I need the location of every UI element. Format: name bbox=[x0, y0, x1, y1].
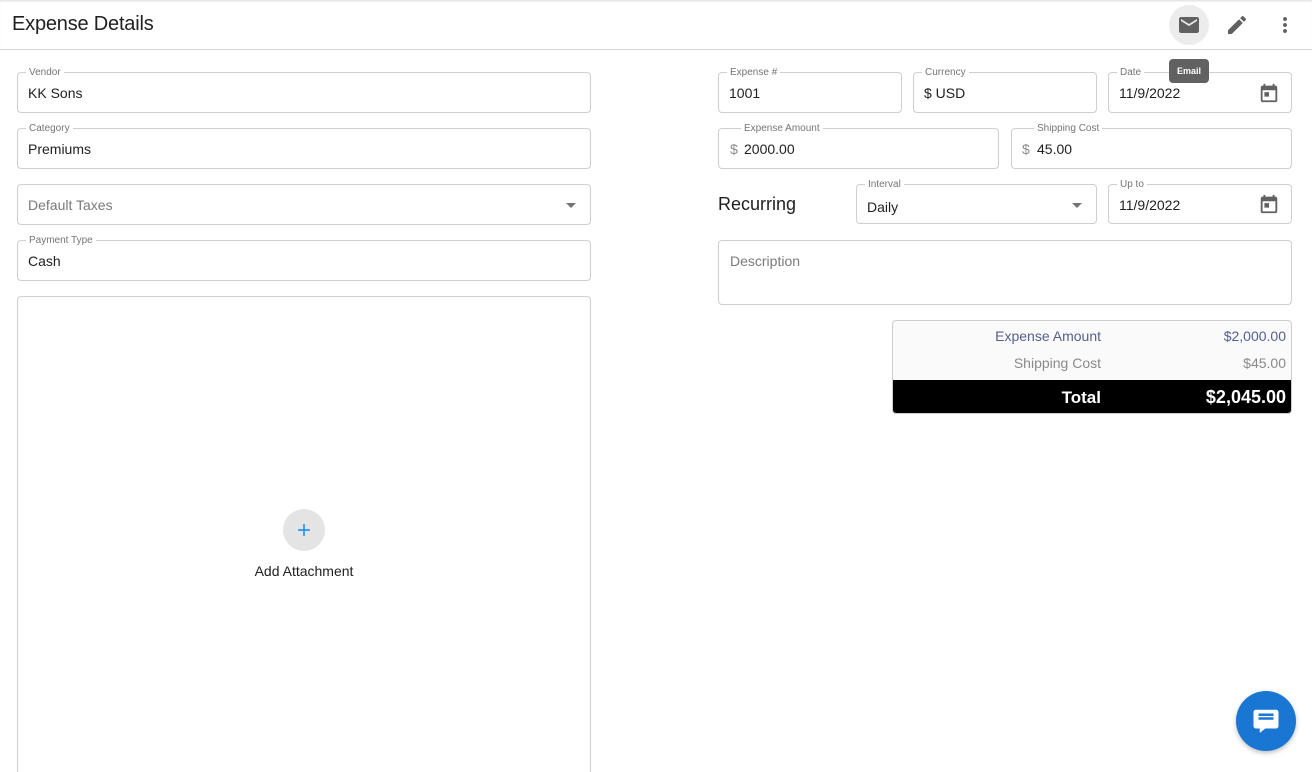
payment-type-value: Cash bbox=[28, 253, 61, 269]
total-value: $2,045.00 bbox=[1205, 387, 1286, 407]
default-taxes-select[interactable]: Default Taxes bbox=[17, 184, 591, 225]
calendar-icon[interactable] bbox=[1258, 193, 1280, 215]
shipping-cost-label: Shipping Cost bbox=[1034, 123, 1103, 134]
totals-expense-amount-value: $2,000.00 bbox=[1223, 328, 1286, 344]
up-to-label: Up to bbox=[1117, 179, 1147, 190]
pencil-icon bbox=[1228, 15, 1247, 35]
shipping-cost-prefix: $ bbox=[1022, 141, 1030, 157]
chevron-down-icon bbox=[1072, 203, 1082, 208]
date-value: 11/9/2022 bbox=[1119, 85, 1181, 101]
category-field[interactable]: Category Premiums bbox=[17, 123, 591, 169]
date-label: Date bbox=[1117, 67, 1145, 78]
chat-bubble-icon bbox=[1253, 709, 1279, 733]
expense-amount-field[interactable]: Expense Amount $ 2000.00 bbox=[718, 123, 999, 169]
expense-amount-label: Expense Amount bbox=[741, 123, 823, 134]
expense-amount-prefix: $ bbox=[730, 141, 738, 157]
currency-value: $ USD bbox=[924, 85, 966, 101]
category-label: Category bbox=[26, 123, 73, 134]
up-to-date-field[interactable]: Up to 11/9/2022 bbox=[1108, 179, 1292, 224]
totals-shipping-cost-value: $45.00 bbox=[1243, 355, 1286, 371]
payment-type-label: Payment Type bbox=[26, 235, 96, 246]
expense-number-field[interactable]: Expense # 1001 bbox=[718, 67, 902, 113]
email-tooltip: Email bbox=[1169, 59, 1209, 83]
total-label: Total bbox=[1061, 388, 1101, 407]
chevron-down-icon bbox=[566, 203, 576, 208]
shipping-cost-field[interactable]: Shipping Cost $ 45.00 bbox=[1011, 123, 1292, 169]
description-placeholder: Description bbox=[730, 253, 801, 269]
email-button[interactable] bbox=[1169, 5, 1209, 45]
expense-number-label: Expense # bbox=[727, 67, 781, 78]
top-bar: Expense Details bbox=[0, 0, 1312, 50]
add-attachment-label: Add Attachment bbox=[254, 563, 354, 579]
add-attachment-button[interactable] bbox=[283, 509, 325, 551]
totals-row-total: Total $2,045.00 bbox=[893, 380, 1291, 413]
totals-shipping-cost-label: Shipping Cost bbox=[1013, 355, 1101, 371]
totals-expense-amount-label: Expense Amount bbox=[995, 328, 1101, 344]
interval-label: Interval bbox=[865, 179, 904, 190]
email-icon bbox=[1179, 17, 1199, 33]
more-vert-icon bbox=[1283, 17, 1287, 33]
vendor-label: Vendor bbox=[26, 67, 64, 78]
vendor-value: KK Sons bbox=[28, 85, 83, 101]
currency-field[interactable]: Currency $ USD bbox=[913, 67, 1097, 113]
expense-number-value: 1001 bbox=[729, 85, 761, 101]
expense-amount-value: 2000.00 bbox=[744, 141, 795, 157]
vendor-field[interactable]: Vendor KK Sons bbox=[17, 67, 591, 113]
interval-select[interactable]: Interval Daily bbox=[856, 179, 1097, 224]
recurring-label: Recurring bbox=[718, 194, 797, 214]
calendar-icon[interactable] bbox=[1258, 82, 1280, 104]
description-field[interactable]: Description bbox=[718, 240, 1292, 305]
edit-button[interactable] bbox=[1217, 5, 1257, 45]
interval-value: Daily bbox=[867, 199, 899, 215]
payment-type-field[interactable]: Payment Type Cash bbox=[17, 235, 591, 281]
plus-icon bbox=[298, 524, 310, 536]
currency-label: Currency bbox=[922, 67, 969, 78]
attachment-dropzone[interactable]: Add Attachment bbox=[17, 296, 591, 772]
up-to-value: 11/9/2022 bbox=[1119, 197, 1181, 213]
chat-button[interactable] bbox=[1236, 691, 1296, 751]
default-taxes-placeholder: Default Taxes bbox=[28, 197, 113, 213]
category-value: Premiums bbox=[28, 141, 92, 157]
totals-summary: Expense Amount $2,000.00 Shipping Cost $… bbox=[892, 320, 1292, 414]
more-options-button[interactable] bbox=[1265, 5, 1305, 45]
page-title: Expense Details bbox=[12, 13, 154, 35]
shipping-cost-value: 45.00 bbox=[1037, 141, 1073, 157]
